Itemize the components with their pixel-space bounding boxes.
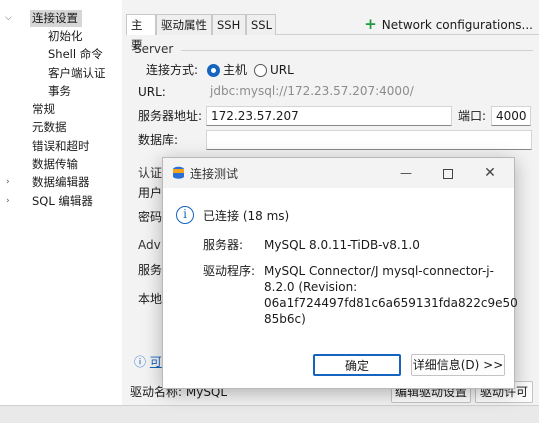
database-label: 数据库: (138, 133, 179, 147)
tree-item-label: 事务 (48, 84, 71, 98)
chevron-right-icon[interactable]: › (6, 174, 10, 191)
tab-driver-properties[interactable]: 驱动属性 (156, 14, 212, 35)
tree-item-connection-settings[interactable]: 连接设置 (30, 10, 82, 27)
dialog-titlebar[interactable]: 连接测试 — ✕ (163, 158, 514, 188)
connection-test-dialog: 连接测试 — ✕ i 已连接 (18 ms) 服务器: MySQL 8.0.11… (162, 157, 518, 389)
minimize-icon[interactable]: — (388, 162, 424, 184)
tree-item-errors-timeouts[interactable]: 错误和超时 (32, 138, 90, 155)
info-icon: ⓘ (134, 355, 147, 369)
connect-by-label: 连接方式: (146, 63, 199, 77)
connection-status: 已连接 (18 ms) (203, 209, 290, 223)
host-radio-label: 主机 (223, 63, 248, 77)
tab-label: 驱动属性 (161, 18, 207, 32)
tab-ssh[interactable]: SSH (212, 14, 246, 35)
tree-item-label: 数据传输 (32, 157, 78, 171)
tree-item-label: 客户端认证 (48, 66, 106, 80)
maximize-icon[interactable] (430, 162, 466, 184)
password-label: 密码 (138, 210, 163, 224)
details-button[interactable]: 详细信息(D) >> (411, 354, 505, 376)
url-radio-label: URL (270, 63, 294, 77)
advanced-row1-label: 服务 (138, 263, 163, 277)
plus-icon: + (364, 15, 377, 33)
tab-label: SSL (251, 18, 273, 32)
auth-group-title: 认证 (138, 166, 163, 180)
advanced-row2-label: 本地 (138, 292, 163, 306)
tree-item-metadata[interactable]: 元数据 (32, 119, 67, 136)
database-input[interactable] (206, 130, 532, 150)
tree-item-label: 数据编辑器 (32, 175, 90, 189)
host-radio[interactable] (207, 64, 220, 77)
tree-item-label: Shell 命令 (48, 47, 103, 61)
tree-item-init[interactable]: 初始化 (48, 28, 83, 45)
server-label: 服务器: (203, 238, 244, 252)
driver-value: MySQL Connector/J mysql-connector-j- 8.2… (264, 264, 518, 326)
group-divider (181, 50, 533, 51)
server-group-title: Server (134, 42, 174, 56)
tree-item-sql-editor[interactable]: SQL 编辑器 (32, 193, 93, 210)
chevron-right-icon[interactable]: › (6, 193, 10, 210)
tree-item-data-editor[interactable]: 数据编辑器 (32, 174, 90, 191)
tree-item-general[interactable]: 常规 (32, 101, 55, 118)
host-input[interactable]: 172.23.57.207 (206, 106, 452, 126)
settings-tree: ⌵ 连接设置 初始化 Shell 命令 客户端认证 事务 常规 元数据 错误和超… (0, 0, 122, 405)
user-label: 用户 (138, 186, 163, 200)
dialog-title: 连接测试 (190, 167, 239, 181)
dialog-body: i 已连接 (18 ms) 服务器: MySQL 8.0.11-TiDB-v8.… (163, 188, 518, 388)
tree-item-label: 错误和超时 (32, 139, 90, 153)
url-radio[interactable] (254, 64, 267, 77)
tree-item-data-transfer[interactable]: 数据传输 (32, 156, 78, 173)
tree-item-label: 元数据 (32, 120, 67, 134)
close-icon[interactable]: ✕ (472, 162, 508, 184)
database-icon (172, 166, 185, 180)
advanced-group-title: Adv (138, 238, 161, 252)
tree-item-transactions[interactable]: 事务 (48, 83, 71, 100)
server-value: MySQL 8.0.11-TiDB-v8.1.0 (264, 238, 420, 252)
ok-button[interactable]: 确定 (313, 354, 401, 376)
info-link[interactable]: ⓘ 可 (134, 353, 162, 371)
info-icon: i (176, 206, 194, 224)
tree-item-client-auth[interactable]: 客户端认证 (48, 65, 106, 82)
network-configurations-label: Network configurations... (381, 18, 533, 32)
tab-ssl[interactable]: SSL (246, 14, 276, 35)
port-label: 端口: (458, 109, 487, 123)
tree-item-label: 初始化 (48, 29, 83, 43)
info-link-label: 可 (149, 355, 162, 369)
connection-settings-window: ⌵ 连接设置 初始化 Shell 命令 客户端认证 事务 常规 元数据 错误和超… (0, 0, 539, 423)
tree-item-shell-commands[interactable]: Shell 命令 (48, 46, 103, 63)
status-strip (0, 405, 539, 423)
host-label: 服务器地址: (138, 109, 203, 123)
tab-main[interactable]: 主要 (126, 14, 156, 52)
tab-label: SSH (217, 18, 241, 32)
tree-item-label: 连接设置 (32, 11, 78, 25)
port-input[interactable]: 4000 (491, 106, 531, 126)
driver-label: 驱动程序: (203, 264, 256, 278)
url-label: URL: (138, 85, 166, 99)
network-configurations-button[interactable]: + Network configurations... (364, 14, 533, 35)
url-field: jdbc:mysql://172.23.57.207:4000/ (206, 82, 532, 102)
tree-item-label: SQL 编辑器 (32, 194, 93, 208)
chevron-down-icon[interactable]: ⌵ (5, 10, 12, 27)
tree-item-label: 常规 (32, 102, 55, 116)
